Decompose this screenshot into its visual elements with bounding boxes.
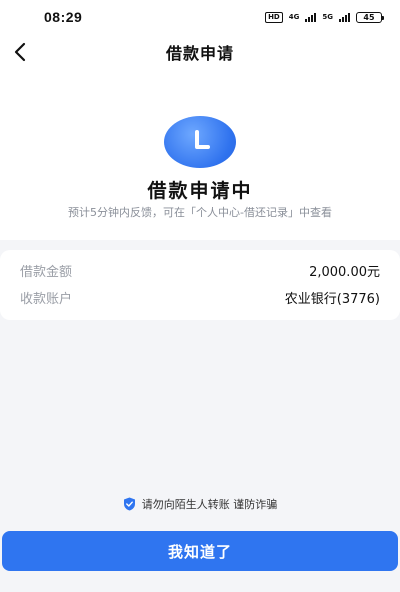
page-title: 借款申请 [165,44,234,63]
info-row-account: 收款账户 农业银行(3776) [20,287,380,307]
nav-bar: 借款申请 [0,34,400,70]
status-title: 借款申请中 [147,180,253,202]
info-row-amount: 借款金额 2,000.00元 [20,260,380,280]
network-type-a: 4G [288,13,300,21]
status-bar: 08:29 HD 4G 5G 45 [0,0,400,34]
back-button[interactable] [6,38,34,66]
status-subtitle: 预计5分钟内反馈，可在「个人中心-借还记录」中查看 [68,206,332,219]
tip-text: 请勿向陌生人转账 谨防诈骗 [141,498,278,511]
battery-icon: 45 [356,11,384,23]
account-label: 收款账户 [20,291,73,307]
network-type-b: 5G [322,13,333,21]
clock-icon [164,116,236,168]
account-value: 农业银行(3776) [284,291,380,307]
signal-icon-2 [339,12,350,22]
amount-value: 2,000.00元 [309,264,380,280]
shield-check-icon [123,497,135,511]
loan-info-card: 借款金额 2,000.00元 收款账户 农业银行(3776) [0,250,400,320]
confirm-button[interactable]: 我知道了 [2,531,398,571]
hd-badge: HD [265,11,283,23]
chevron-left-icon [14,42,26,62]
amount-label: 借款金额 [20,264,73,280]
status-indicators: HD 4G 5G 45 [265,11,384,23]
status-time: 08:29 [44,9,83,25]
signal-icon [305,12,317,22]
status-hero: 借款申请中 预计5分钟内反馈，可在「个人中心-借还记录」中查看 [0,70,400,240]
anti-fraud-tip: 请勿向陌生人转账 谨防诈骗 [0,494,400,514]
